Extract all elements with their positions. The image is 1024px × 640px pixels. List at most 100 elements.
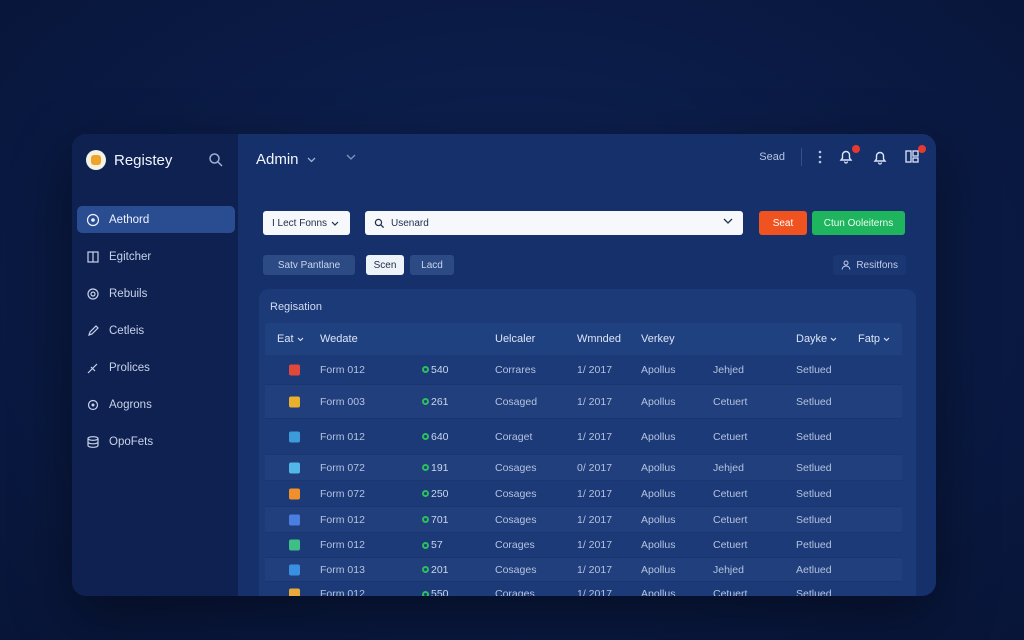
book-icon (87, 250, 99, 263)
create-button[interactable]: Ctun Ooleiterns (812, 211, 905, 235)
cell-value: Cetuert (713, 487, 748, 500)
cell-value: Jehjed (713, 563, 744, 576)
table-row[interactable]: Form 012 550 Corages 1/ 2017 Apollus Cetuert S… (265, 582, 902, 596)
date-value: 0/ 2017 (577, 461, 613, 474)
date-value: 1/ 2017 (577, 363, 613, 376)
primary-action-button[interactable]: Seat (759, 211, 807, 235)
sidebar-item-label: Aethord (109, 213, 150, 226)
table-row[interactable]: Form 072 250 Cosages 1/ 2017 Apollus Cetuert S… (265, 481, 902, 507)
file-icon (289, 514, 300, 525)
table-row[interactable]: Form 012 57 Corages 1/ 2017 Apollus Cetuert Pe… (265, 533, 902, 558)
cell-value: Cosages (495, 563, 537, 576)
owner-value: Apollus (641, 563, 676, 576)
cell-value: Cosages (495, 461, 537, 474)
table-row[interactable]: Form 013 201 Cosages 1/ 2017 Apollus Jehjed Ae… (265, 558, 902, 582)
form-name: Form 013 (320, 563, 365, 576)
sidebar-item[interactable]: OpoFets (77, 428, 235, 455)
status-value: Setlued (796, 461, 832, 474)
sidebar: Registey Aethord Egitcher Rebuils Cetleis Pr… (72, 134, 238, 596)
brand[interactable]: Registey (86, 150, 172, 170)
chevron-down-icon[interactable] (346, 154, 356, 160)
status-value: Aetlued (796, 563, 832, 576)
date-value: 1/ 2017 (577, 563, 613, 576)
brand-logo-icon (86, 150, 106, 170)
owner-value: Apollus (641, 363, 676, 376)
status-dot-icon (422, 490, 429, 497)
database-icon (87, 435, 99, 448)
section-switcher[interactable]: Admin (256, 151, 316, 168)
column-header[interactable]: Eat (277, 333, 304, 345)
cell-value: Corages (495, 539, 535, 551)
cell-value: Cetuert (713, 588, 748, 596)
status-dot-icon (422, 464, 429, 471)
column-header-label: Eat (277, 333, 294, 345)
notifications-button[interactable] (838, 145, 860, 166)
date-value: 1/ 2017 (577, 487, 613, 500)
count-value: 261 (422, 396, 449, 408)
sidebar-item[interactable]: Egitcher (77, 243, 235, 270)
table-row[interactable]: Form 003 261 Cosaged 1/ 2017 Apollus Cetuert S… (265, 385, 902, 419)
column-header[interactable]: Wedate (320, 333, 358, 345)
more-vertical-icon[interactable] (818, 150, 822, 164)
cell-value: Cosaged (495, 395, 538, 408)
column-header[interactable]: Dayke (796, 333, 837, 345)
sidebar-item[interactable]: Cetleis (77, 317, 235, 344)
load-chip[interactable]: Lacd (410, 255, 454, 275)
status-dot-icon (422, 398, 429, 405)
column-header[interactable]: Uelcaler (495, 333, 535, 345)
form-name: Form 012 (320, 430, 365, 443)
chevron-down-icon (331, 221, 339, 226)
notification-badge (852, 145, 860, 153)
form-name: Form 072 (320, 487, 365, 500)
file-icon (289, 588, 300, 596)
scan-chip[interactable]: Scen (366, 255, 404, 275)
search-icon[interactable] (208, 152, 224, 168)
sidebar-item-label: Rebuils (109, 287, 148, 300)
sidebar-item[interactable]: Prolices (77, 354, 235, 381)
reset-button[interactable]: Resitfons (833, 255, 906, 275)
cell-value: Cosages (495, 513, 537, 526)
column-header-label: Dayke (796, 333, 828, 345)
chevron-down-icon (307, 157, 315, 162)
column-header[interactable]: Verkey (641, 333, 675, 345)
column-header-label: Wmnded (577, 333, 622, 345)
table-row[interactable]: Form 012 640 Coraget 1/ 2017 Apollus Cetuert S… (265, 419, 902, 455)
status-value: Setlued (796, 487, 832, 500)
main-content: Admin Sead I Lect Fonns Usenard Seat Ctu… (238, 134, 936, 596)
status-dot-icon (422, 433, 429, 440)
filter-chip[interactable]: Satv Pantlane (263, 255, 355, 275)
table-row[interactable]: Form 012 701 Cosages 1/ 2017 Apollus Cetuert S… (265, 507, 902, 533)
cell-value: Cosages (495, 487, 537, 500)
file-icon (289, 431, 300, 442)
sidebar-item[interactable]: Rebuils (77, 280, 235, 307)
column-header-label: Fatp (858, 333, 881, 345)
cell-value: Jehjed (713, 363, 744, 376)
table-row[interactable]: Form 012 540 Corrares 1/ 2017 Apollus Jehjed S… (265, 355, 902, 385)
column-header[interactable]: Fatp (858, 333, 890, 345)
owner-value: Apollus (641, 513, 676, 526)
chevron-down-icon (297, 337, 303, 341)
forms-select-value: I Lect Fonns (272, 217, 328, 229)
count-value: 57 (422, 539, 443, 551)
table-row[interactable]: Form 072 191 Cosages 0/ 2017 Apollus Jehjed Se… (265, 455, 902, 481)
sidebar-item[interactable]: Aethord (77, 206, 235, 233)
apps-button[interactable] (904, 145, 926, 166)
column-header[interactable]: Wmnded (577, 333, 621, 345)
cell-value: Cetuert (713, 395, 748, 408)
count-value: 540 (422, 364, 449, 376)
search-input[interactable]: Usenard (365, 211, 743, 235)
sidebar-nav: Aethord Egitcher Rebuils Cetleis Prolices Aog… (77, 206, 235, 465)
bell-icon[interactable] (872, 149, 888, 165)
search-icon (374, 218, 385, 228)
status-value: Setlued (796, 513, 832, 526)
chevron-down-icon (883, 337, 890, 341)
sidebar-item[interactable]: Aogrons (77, 391, 235, 418)
data-table: Eat Wedate Uelcaler Wmnded Verkey Dayke Fatp F… (265, 323, 902, 596)
brand-name: Registey (114, 151, 173, 169)
forms-select[interactable]: I Lect Fonns (263, 211, 350, 235)
topbar-label[interactable]: Sead (759, 151, 785, 163)
chevron-down-icon[interactable] (723, 218, 733, 224)
feather-icon (87, 363, 98, 373)
table-header: Eat Wedate Uelcaler Wmnded Verkey Dayke Fatp (265, 323, 902, 355)
cell-value: Jehjed (713, 461, 744, 474)
